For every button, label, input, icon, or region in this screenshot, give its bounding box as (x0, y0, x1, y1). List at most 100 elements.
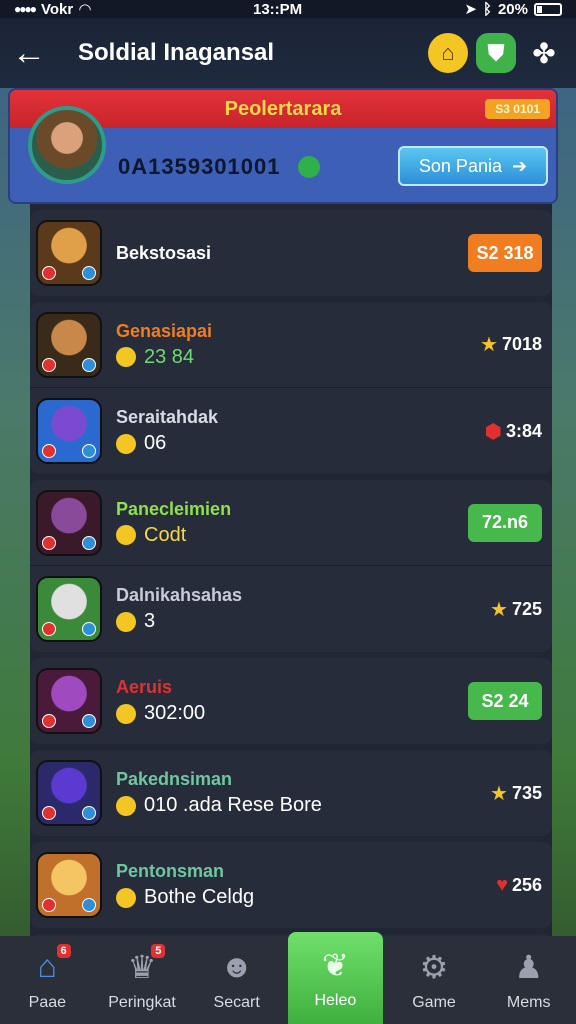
user-icon: ♟ (514, 949, 544, 985)
avatar (36, 576, 102, 642)
tab-mems[interactable]: ♟ Mems (481, 936, 576, 1024)
list-group: Bekstosasi S2 318 (30, 210, 552, 296)
tab-label: Game (412, 994, 456, 1011)
gear-icon: ⚙ (419, 949, 449, 985)
item-subtitle: 3 (116, 610, 490, 633)
list-group: Panecleimien Codt 72.n6 Dalnikahsahas 3 ★ 725 (30, 480, 552, 652)
shield-button[interactable]: ⛊ (476, 33, 516, 73)
item-info: Aeruis 302:00 (116, 677, 468, 725)
group-icon: ❦ (321, 947, 349, 983)
badge-icon (82, 535, 96, 550)
score-text: 3:84 (505, 420, 542, 441)
tab-label: Heleo (314, 992, 357, 1009)
open-button-label: Son Pania (418, 155, 502, 176)
item-name: Genasiapai (116, 320, 213, 341)
list-group: Genasiapai 23 84 ★ 7018 Seraitahdak 06 ⬢ 3:84 (30, 302, 552, 474)
status-bar: ●●●● Vokr ◠ 13::PM ➤ ᛒ 20% (0, 0, 576, 18)
tab-peringkat[interactable]: ♛ Peringkat 5 (95, 936, 190, 1024)
coin-icon (116, 525, 136, 545)
badge-icon (82, 714, 96, 728)
score-badge[interactable]: 72.n6 (468, 503, 542, 542)
player-list: Bekstosasi S2 318 Genasiapai 23 84 ★ 7018 Sera… (30, 204, 552, 944)
coin-icon (116, 611, 136, 632)
puzzle-icon: ✤ (532, 37, 556, 69)
profile-body: 0A1359301001 Son Pania ➔ (10, 106, 556, 202)
item-info: Dalnikahsahas 3 (116, 585, 490, 633)
item-subtitle-text: 06 (144, 432, 167, 454)
item-name: Pakednsiman (116, 769, 233, 789)
arrow-right-icon: ➔ (511, 155, 528, 176)
star-icon: ★ (490, 782, 508, 805)
top-nav: ← Soldial Inagansal ⌂ ⛊ ✤ (0, 18, 576, 88)
notification-badge: 6 (56, 944, 71, 958)
score-value: ★ 725 (490, 597, 542, 622)
battery-icon (534, 2, 562, 16)
tab-label: Peringkat (108, 994, 176, 1011)
avatar (36, 489, 102, 556)
back-button[interactable]: ← (12, 34, 52, 73)
list-item[interactable]: Bekstosasi S2 318 (30, 210, 552, 296)
list-item[interactable]: Pakednsiman 010 .ada Rese Bore ★ 735 (30, 750, 552, 836)
badge-icon (42, 622, 56, 636)
player-id: 0A1359301001 (118, 154, 281, 179)
heart-icon: ♥ (496, 873, 508, 896)
item-info: Pentonsman Bothe Celdg (116, 861, 496, 909)
item-name: Seraitahdak (116, 407, 219, 427)
item-name: Aeruis (116, 677, 173, 697)
item-info: Panecleimien Codt (116, 499, 468, 547)
list-group: Pentonsman Bothe Celdg ♥ 256 (30, 842, 552, 928)
list-item[interactable]: Panecleimien Codt 72.n6 (30, 480, 552, 566)
clock: 13::PM (252, 0, 303, 18)
tab-label: Secart (213, 994, 260, 1011)
item-subtitle: 06 (116, 432, 485, 455)
list-item[interactable]: Pentonsman Bothe Celdg ♥ 256 (30, 842, 552, 928)
list-item[interactable]: Aeruis 302:00 S2 24 (30, 658, 552, 744)
badge-icon (42, 714, 56, 728)
score-value: ⬢ 3:84 (485, 419, 543, 444)
puzzle-button[interactable]: ✤ (524, 33, 564, 73)
list-item[interactable]: Genasiapai 23 84 ★ 7018 (30, 302, 552, 388)
tab-heleo[interactable]: ❦ Heleo (288, 932, 383, 1024)
coin-icon (116, 433, 136, 454)
list-item[interactable]: Seraitahdak 06 ⬢ 3:84 (30, 388, 552, 474)
open-button[interactable]: Son Pania ➔ (398, 146, 548, 186)
item-info: Pakednsiman 010 .ada Rese Bore (116, 769, 490, 817)
tab-game[interactable]: ⚙ Game (387, 936, 482, 1024)
item-subtitle: Codt (116, 524, 468, 547)
item-subtitle-text: 3 (144, 610, 156, 632)
tab-paae[interactable]: ⌂ Paae 6 (0, 936, 95, 1024)
location-icon: ➤ (464, 1, 477, 18)
score-badge[interactable]: S2 318 (468, 234, 542, 272)
avatar (36, 668, 102, 734)
home-button[interactable]: ⌂ (428, 33, 468, 73)
score-text: 725 (511, 598, 542, 619)
tab-label: Mems (506, 994, 551, 1011)
tab-secart[interactable]: ☻ Secart (189, 936, 284, 1024)
page-title: Soldial Inagansal (78, 39, 275, 66)
star-icon: ★ (490, 598, 508, 621)
coin-icon (116, 795, 136, 816)
score-value: ★ 7018 (480, 332, 542, 357)
avatar (36, 220, 102, 286)
badge-icon (82, 266, 96, 280)
score-value: ♥ 256 (496, 874, 542, 897)
avatar[interactable] (28, 106, 106, 184)
item-subtitle: Bothe Celdg (116, 886, 496, 909)
item-info: Bekstosasi (116, 243, 468, 264)
battery-percent: 20% (497, 0, 528, 18)
home-icon: ⌂ (37, 948, 57, 984)
bluetooth-icon: ᛒ (482, 0, 492, 18)
person-icon: ☻ (219, 948, 254, 984)
score-text: 7018 (501, 334, 542, 354)
avatar (36, 760, 102, 826)
profile-card: Peolertarara S3 0101 0A1359301001 Son Pa… (8, 88, 558, 204)
badge-icon (82, 898, 96, 912)
bottom-nav: ⌂ Paae 6 ♛ Peringkat 5 ☻ Secart ❦ Heleo ⚙ Game ♟ Mems (0, 932, 576, 1024)
avatar (36, 852, 102, 918)
item-subtitle-text: Codt (144, 523, 187, 546)
item-name: Bekstosasi (116, 242, 212, 263)
list-item[interactable]: Dalnikahsahas 3 ★ 725 (30, 566, 552, 652)
house-icon: ⌂ (441, 40, 455, 65)
badge-icon (82, 444, 96, 458)
score-badge[interactable]: S2 24 (468, 682, 542, 720)
